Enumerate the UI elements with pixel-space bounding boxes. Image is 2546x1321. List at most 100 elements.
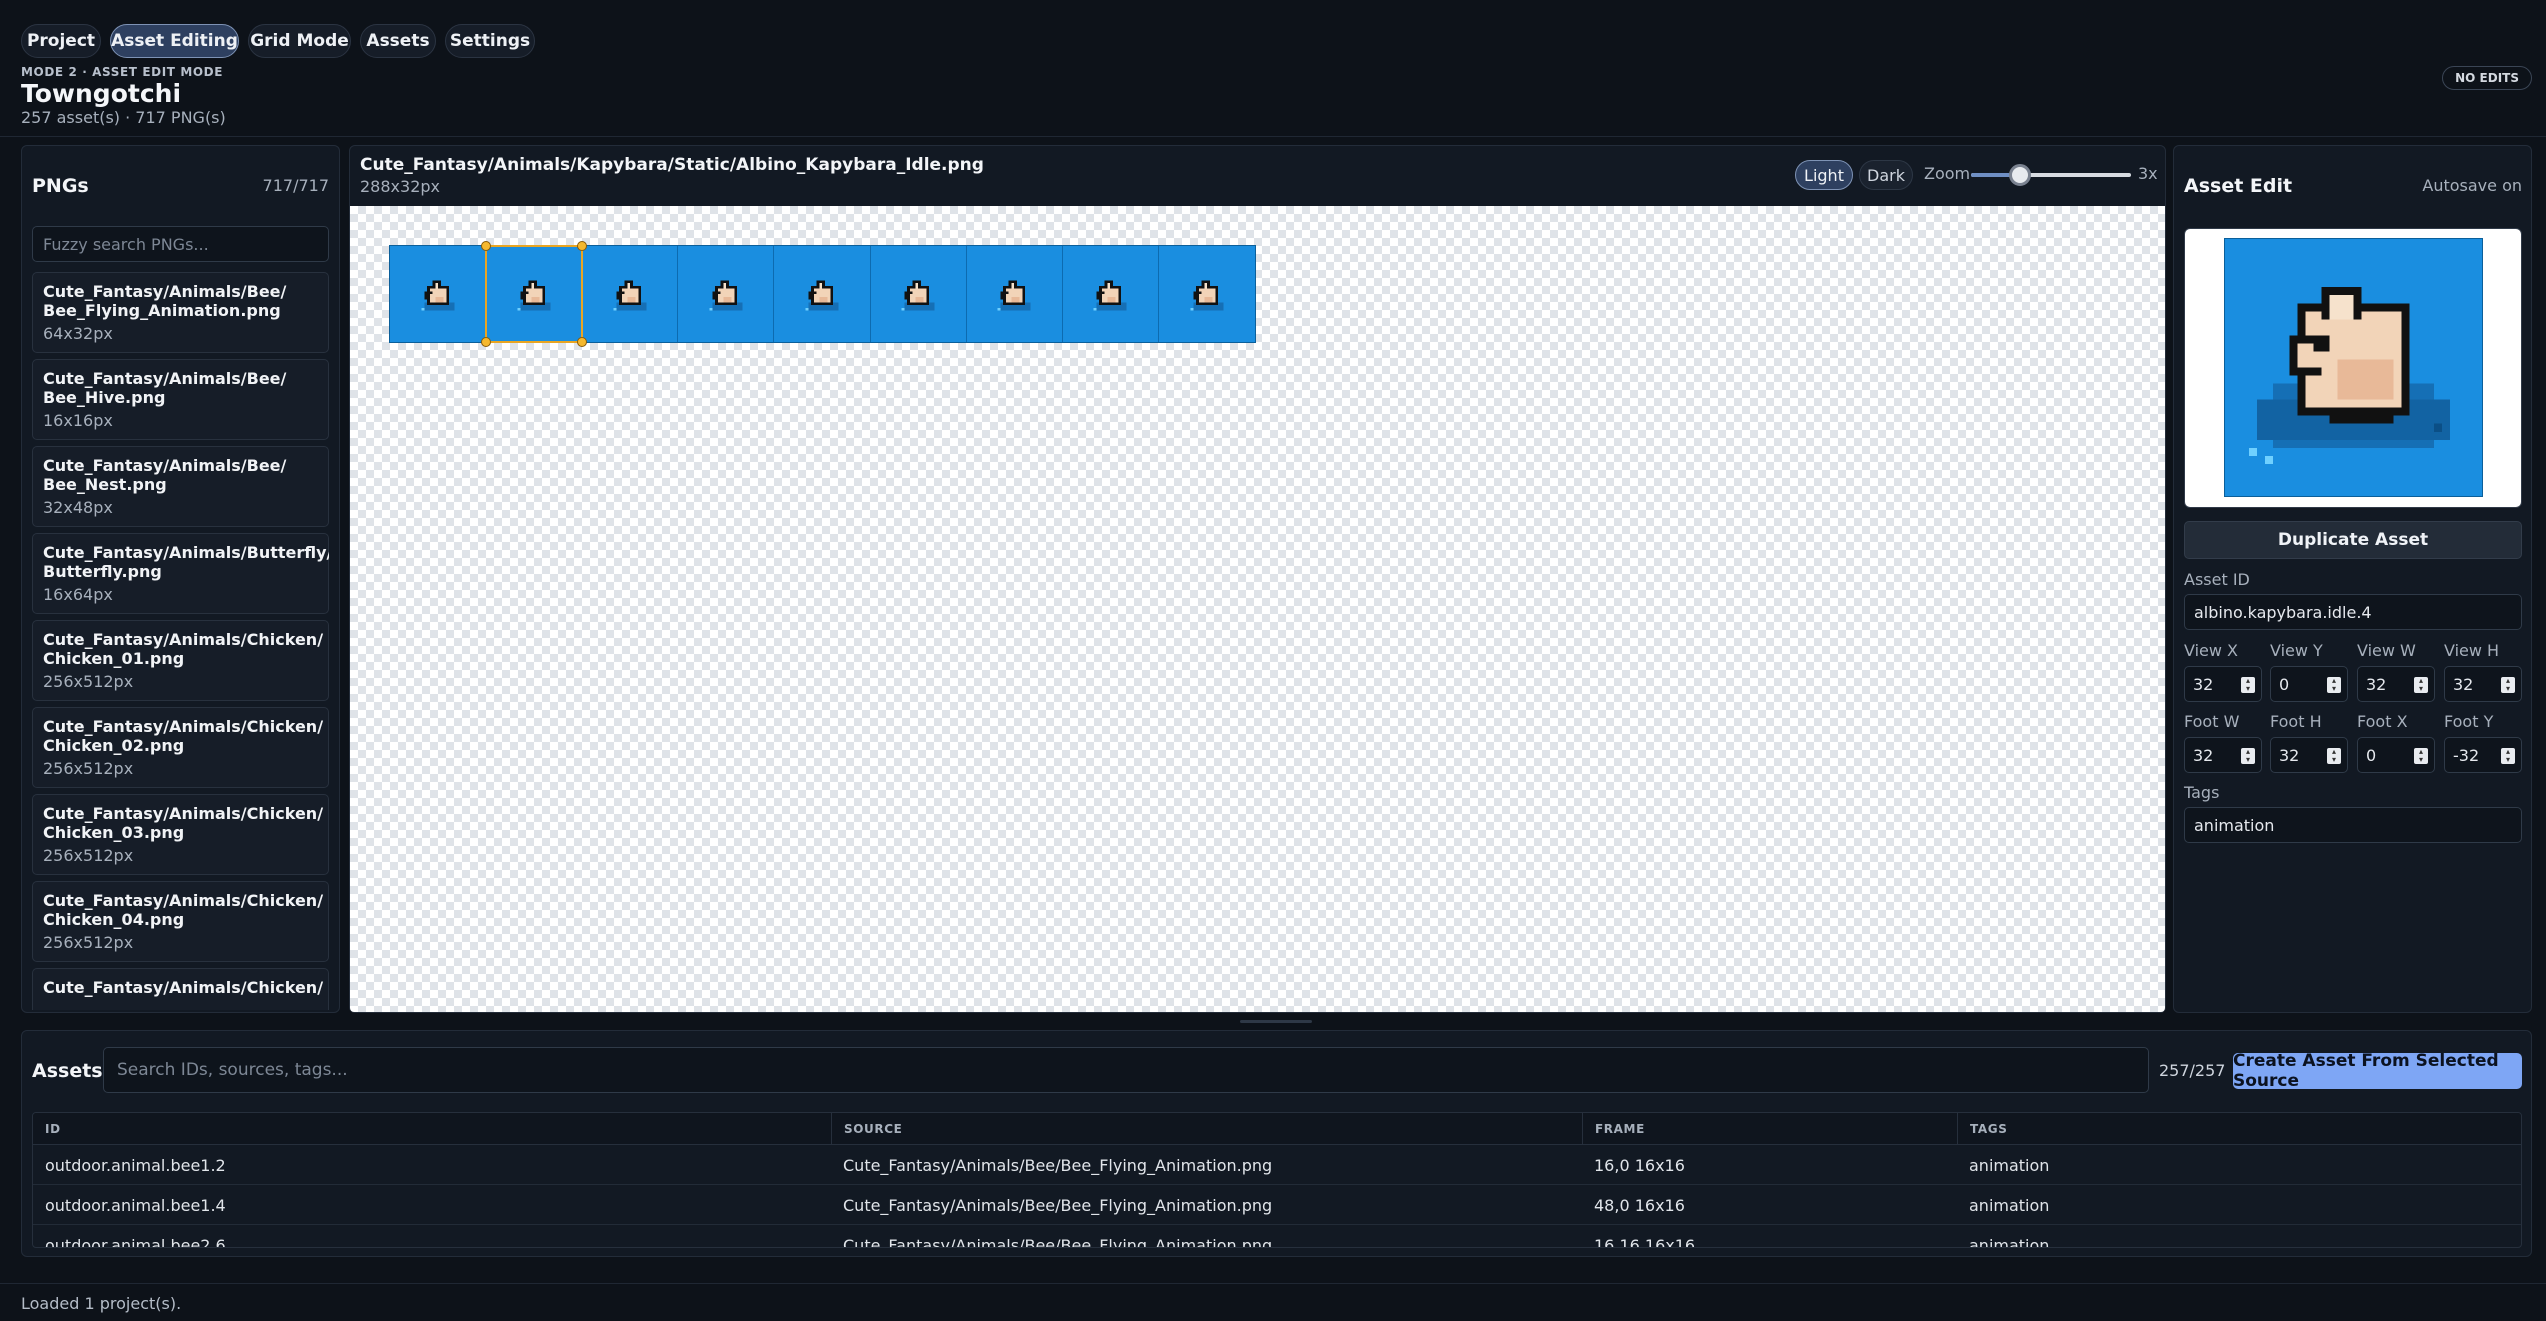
png-list-item[interactable]: Cute_Fantasy/Animals/Chicken/: [32, 968, 329, 1010]
view-w-input[interactable]: 32 ▴ ▾: [2357, 666, 2435, 702]
zoom-slider-thumb[interactable]: [2009, 164, 2031, 186]
sprite-frame[interactable]: [582, 246, 679, 342]
kapybara-sprite-icon: [2225, 239, 2482, 496]
column-header-id[interactable]: ID: [33, 1113, 831, 1145]
sprite-frame[interactable]: [1063, 246, 1159, 342]
png-item-name: Cute_Fantasy/Animals/Butterfly/ Butterfl…: [43, 543, 329, 581]
png-list-item[interactable]: Cute_Fantasy/Animals/Chicken/ Chicken_03…: [32, 794, 329, 875]
png-item-size: 256x512px: [43, 759, 134, 778]
sprite-frame[interactable]: [390, 246, 487, 342]
kapybara-frame-icon: [901, 280, 935, 311]
stepper-icon[interactable]: ▴ ▾: [2241, 677, 2255, 693]
status-bar: [0, 1283, 2546, 1321]
sprite-frame[interactable]: [967, 246, 1063, 342]
cell-id: outdoor.animal.bee1.4: [45, 1195, 226, 1215]
asset-id-input[interactable]: albino.kapybara.idle.4: [2184, 594, 2522, 630]
sprite-frame[interactable]: [1159, 246, 1255, 342]
png-list-item[interactable]: Cute_Fantasy/Animals/Chicken/ Chicken_04…: [32, 881, 329, 962]
png-item-name: Cute_Fantasy/Animals/Bee/ Bee_Flying_Ani…: [43, 282, 287, 320]
theme-dark-button[interactable]: Dark: [1859, 160, 1913, 190]
view-y-input[interactable]: 0 ▴ ▾: [2270, 666, 2348, 702]
kapybara-frame-icon: [709, 280, 743, 311]
asset-preview-sprite: [2224, 238, 2483, 497]
foot-h-value: 32: [2279, 745, 2300, 765]
png-list-item[interactable]: Cute_Fantasy/Animals/Chicken/ Chicken_01…: [32, 620, 329, 701]
cell-source: Cute_Fantasy/Animals/Bee/Bee_Flying_Anim…: [843, 1155, 1273, 1175]
table-row[interactable]: outdoor.animal.bee1.2 Cute_Fantasy/Anima…: [33, 1145, 2521, 1185]
autosave-status: Autosave on: [2422, 176, 2522, 195]
png-item-name: Cute_Fantasy/Animals/Chicken/ Chicken_01…: [43, 630, 324, 668]
png-list-item[interactable]: Cute_Fantasy/Animals/Bee/ Bee_Flying_Ani…: [32, 272, 329, 353]
view-h-input[interactable]: 32 ▴ ▾: [2444, 666, 2522, 702]
column-header-frame[interactable]: FRAME: [1582, 1113, 1957, 1145]
tags-input[interactable]: animation: [2184, 807, 2522, 843]
frame-selection-box[interactable]: [481, 241, 587, 347]
foot-x-input[interactable]: 0 ▴ ▾: [2357, 737, 2435, 773]
zoom-value: 3x: [2138, 164, 2158, 183]
duplicate-asset-button[interactable]: Duplicate Asset: [2184, 521, 2522, 559]
stepper-icon[interactable]: ▴ ▾: [2327, 748, 2341, 764]
mode-label: MODE 2 · ASSET EDIT MODE: [21, 65, 224, 79]
resize-handle[interactable]: [481, 337, 491, 347]
tab-grid-mode[interactable]: Grid Mode: [248, 24, 351, 58]
stepper-icon[interactable]: ▴ ▾: [2241, 748, 2255, 764]
tab-project[interactable]: Project: [21, 24, 101, 58]
table-row[interactable]: outdoor.animal.bee1.4 Cute_Fantasy/Anima…: [33, 1185, 2521, 1225]
stepper-icon[interactable]: ▴ ▾: [2327, 677, 2341, 693]
cell-id: outdoor.animal.bee1.2: [45, 1155, 226, 1175]
sprite-frame[interactable]: [871, 246, 967, 342]
status-text: Loaded 1 project(s).: [21, 1294, 182, 1313]
tab-assets[interactable]: Assets: [360, 24, 436, 58]
resize-handle[interactable]: [577, 337, 587, 347]
view-w-label: View W: [2357, 641, 2416, 660]
stepper-icon[interactable]: ▴ ▾: [2501, 748, 2515, 764]
png-item-size: 256x512px: [43, 933, 134, 952]
view-x-label: View X: [2184, 641, 2239, 660]
cell-frame: 16,0 16x16: [1594, 1155, 1685, 1175]
foot-h-input[interactable]: 32 ▴ ▾: [2270, 737, 2348, 773]
theme-light-button[interactable]: Light: [1795, 160, 1853, 190]
resize-handle[interactable]: [577, 241, 587, 251]
png-item-size: 64x32px: [43, 324, 113, 343]
create-asset-button[interactable]: Create Asset From Selected Source: [2233, 1051, 2522, 1091]
column-header-source[interactable]: SOURCE: [831, 1113, 1582, 1145]
tab-settings[interactable]: Settings: [445, 24, 535, 58]
asset-id-label: Asset ID: [2184, 570, 2250, 589]
foot-w-input[interactable]: 32 ▴ ▾: [2184, 737, 2262, 773]
column-header-tags[interactable]: TAGS: [1957, 1113, 2521, 1145]
cell-frame: 48,0 16x16: [1594, 1195, 1685, 1215]
panel-resize-handle[interactable]: [1240, 1020, 1312, 1023]
assets-search-input[interactable]: [103, 1047, 2149, 1093]
png-list-item[interactable]: Cute_Fantasy/Animals/Bee/ Bee_Hive.png 16…: [32, 359, 329, 440]
png-search-input[interactable]: [32, 226, 329, 262]
tags-label: Tags: [2184, 783, 2220, 802]
stepper-icon[interactable]: ▴ ▾: [2414, 748, 2428, 764]
resize-handle[interactable]: [481, 241, 491, 251]
zoom-label: Zoom: [1924, 164, 1971, 183]
file-dimensions: 288x32px: [360, 177, 440, 196]
png-item-size: 256x512px: [43, 846, 134, 865]
assets-table: ID SOURCE FRAME TAGS outdoor.animal.bee1…: [32, 1112, 2522, 1248]
table-header: ID SOURCE FRAME TAGS: [33, 1113, 2521, 1145]
stepper-icon[interactable]: ▴ ▾: [2414, 677, 2428, 693]
view-h-value: 32: [2453, 674, 2474, 694]
sprite-frame[interactable]: [678, 246, 775, 342]
png-list-item[interactable]: Cute_Fantasy/Animals/Bee/ Bee_Nest.png 32…: [32, 446, 329, 527]
tab-asset-editing[interactable]: Asset Editing: [110, 24, 239, 58]
foot-y-input[interactable]: -32 ▴ ▾: [2444, 737, 2522, 773]
png-list-item[interactable]: Cute_Fantasy/Animals/Chicken/ Chicken_02…: [32, 707, 329, 788]
foot-w-label: Foot W: [2184, 712, 2240, 731]
foot-x-label: Foot X: [2357, 712, 2408, 731]
project-counts: 257 asset(s) · 717 PNG(s): [21, 108, 226, 127]
view-y-label: View Y: [2270, 641, 2323, 660]
table-row[interactable]: outdoor.animal.bee2.6 Cute_Fantasy/Anima…: [33, 1225, 2521, 1248]
sprite-frame[interactable]: [774, 246, 871, 342]
kapybara-frame-icon: [997, 280, 1031, 311]
png-list-item[interactable]: Cute_Fantasy/Animals/Butterfly/ Butterfl…: [32, 533, 329, 614]
png-list: Cute_Fantasy/Animals/Bee/ Bee_Flying_Ani…: [32, 272, 329, 1010]
view-x-input[interactable]: 32 ▴ ▾: [2184, 666, 2262, 702]
foot-x-value: 0: [2366, 745, 2377, 765]
stepper-icon[interactable]: ▴ ▾: [2501, 677, 2515, 693]
foot-h-label: Foot H: [2270, 712, 2322, 731]
png-item-size: 16x16px: [43, 411, 113, 430]
